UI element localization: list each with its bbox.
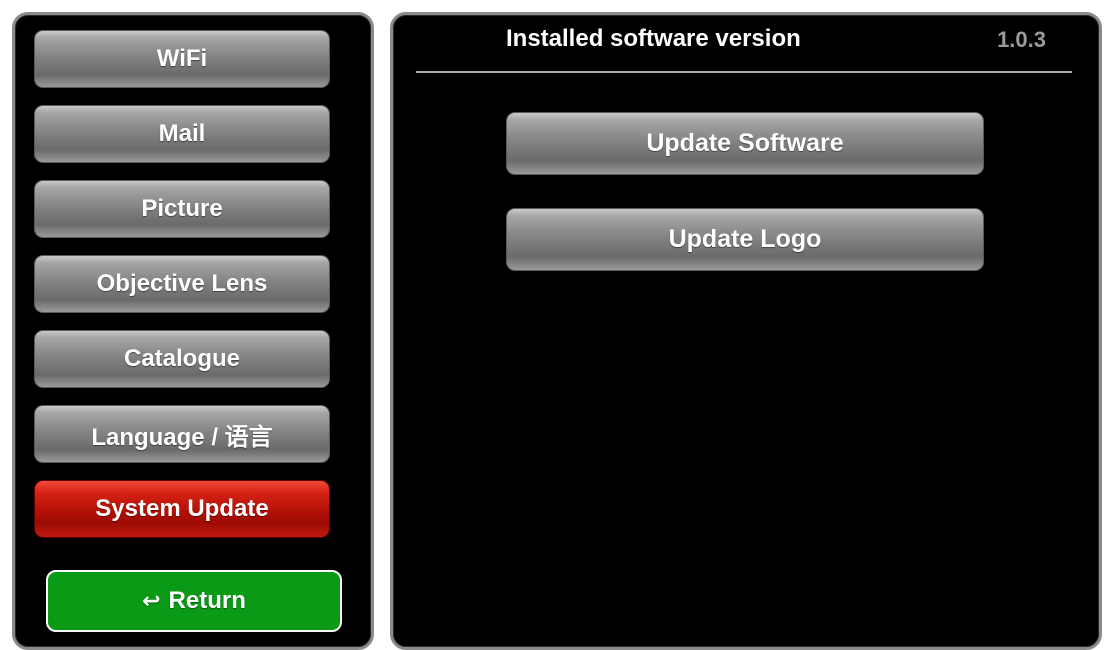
- update-logo-button[interactable]: Update Logo: [506, 208, 984, 271]
- sidebar-item-label: Mail: [158, 120, 206, 147]
- return-button[interactable]: ↩ Return: [46, 570, 342, 632]
- return-arrow-icon: ↩: [142, 588, 161, 613]
- sidebar-item-label: Catalogue: [123, 345, 240, 372]
- sidebar-item-label: Language / 语言: [91, 423, 273, 451]
- installed-version-label: Installed software version: [506, 25, 801, 52]
- update-software-label: Update Software: [646, 129, 844, 157]
- installed-version-value: 1.0.3: [997, 27, 1046, 52]
- update-software-button[interactable]: Update Software: [506, 112, 984, 175]
- sidebar-item-objective-lens[interactable]: Objective Lens: [34, 255, 330, 313]
- sidebar-item-system-update[interactable]: System Update: [34, 480, 330, 538]
- sidebar-item-label: Picture: [141, 195, 223, 222]
- sidebar-item-mail[interactable]: Mail: [34, 105, 330, 163]
- sidebar-item-picture[interactable]: Picture: [34, 180, 330, 238]
- sidebar-item-label: Objective Lens: [96, 270, 268, 297]
- return-label: Return: [168, 587, 246, 614]
- main-panel: [390, 12, 1102, 650]
- header-divider: [416, 71, 1072, 73]
- sidebar-item-label: System Update: [95, 495, 269, 522]
- update-logo-label: Update Logo: [668, 225, 822, 253]
- sidebar-item-label: WiFi: [156, 45, 208, 72]
- sidebar-item-catalogue[interactable]: Catalogue: [34, 330, 330, 388]
- sidebar-item-wifi[interactable]: WiFi: [34, 30, 330, 88]
- sidebar-item-language[interactable]: Language / 语言: [34, 405, 330, 463]
